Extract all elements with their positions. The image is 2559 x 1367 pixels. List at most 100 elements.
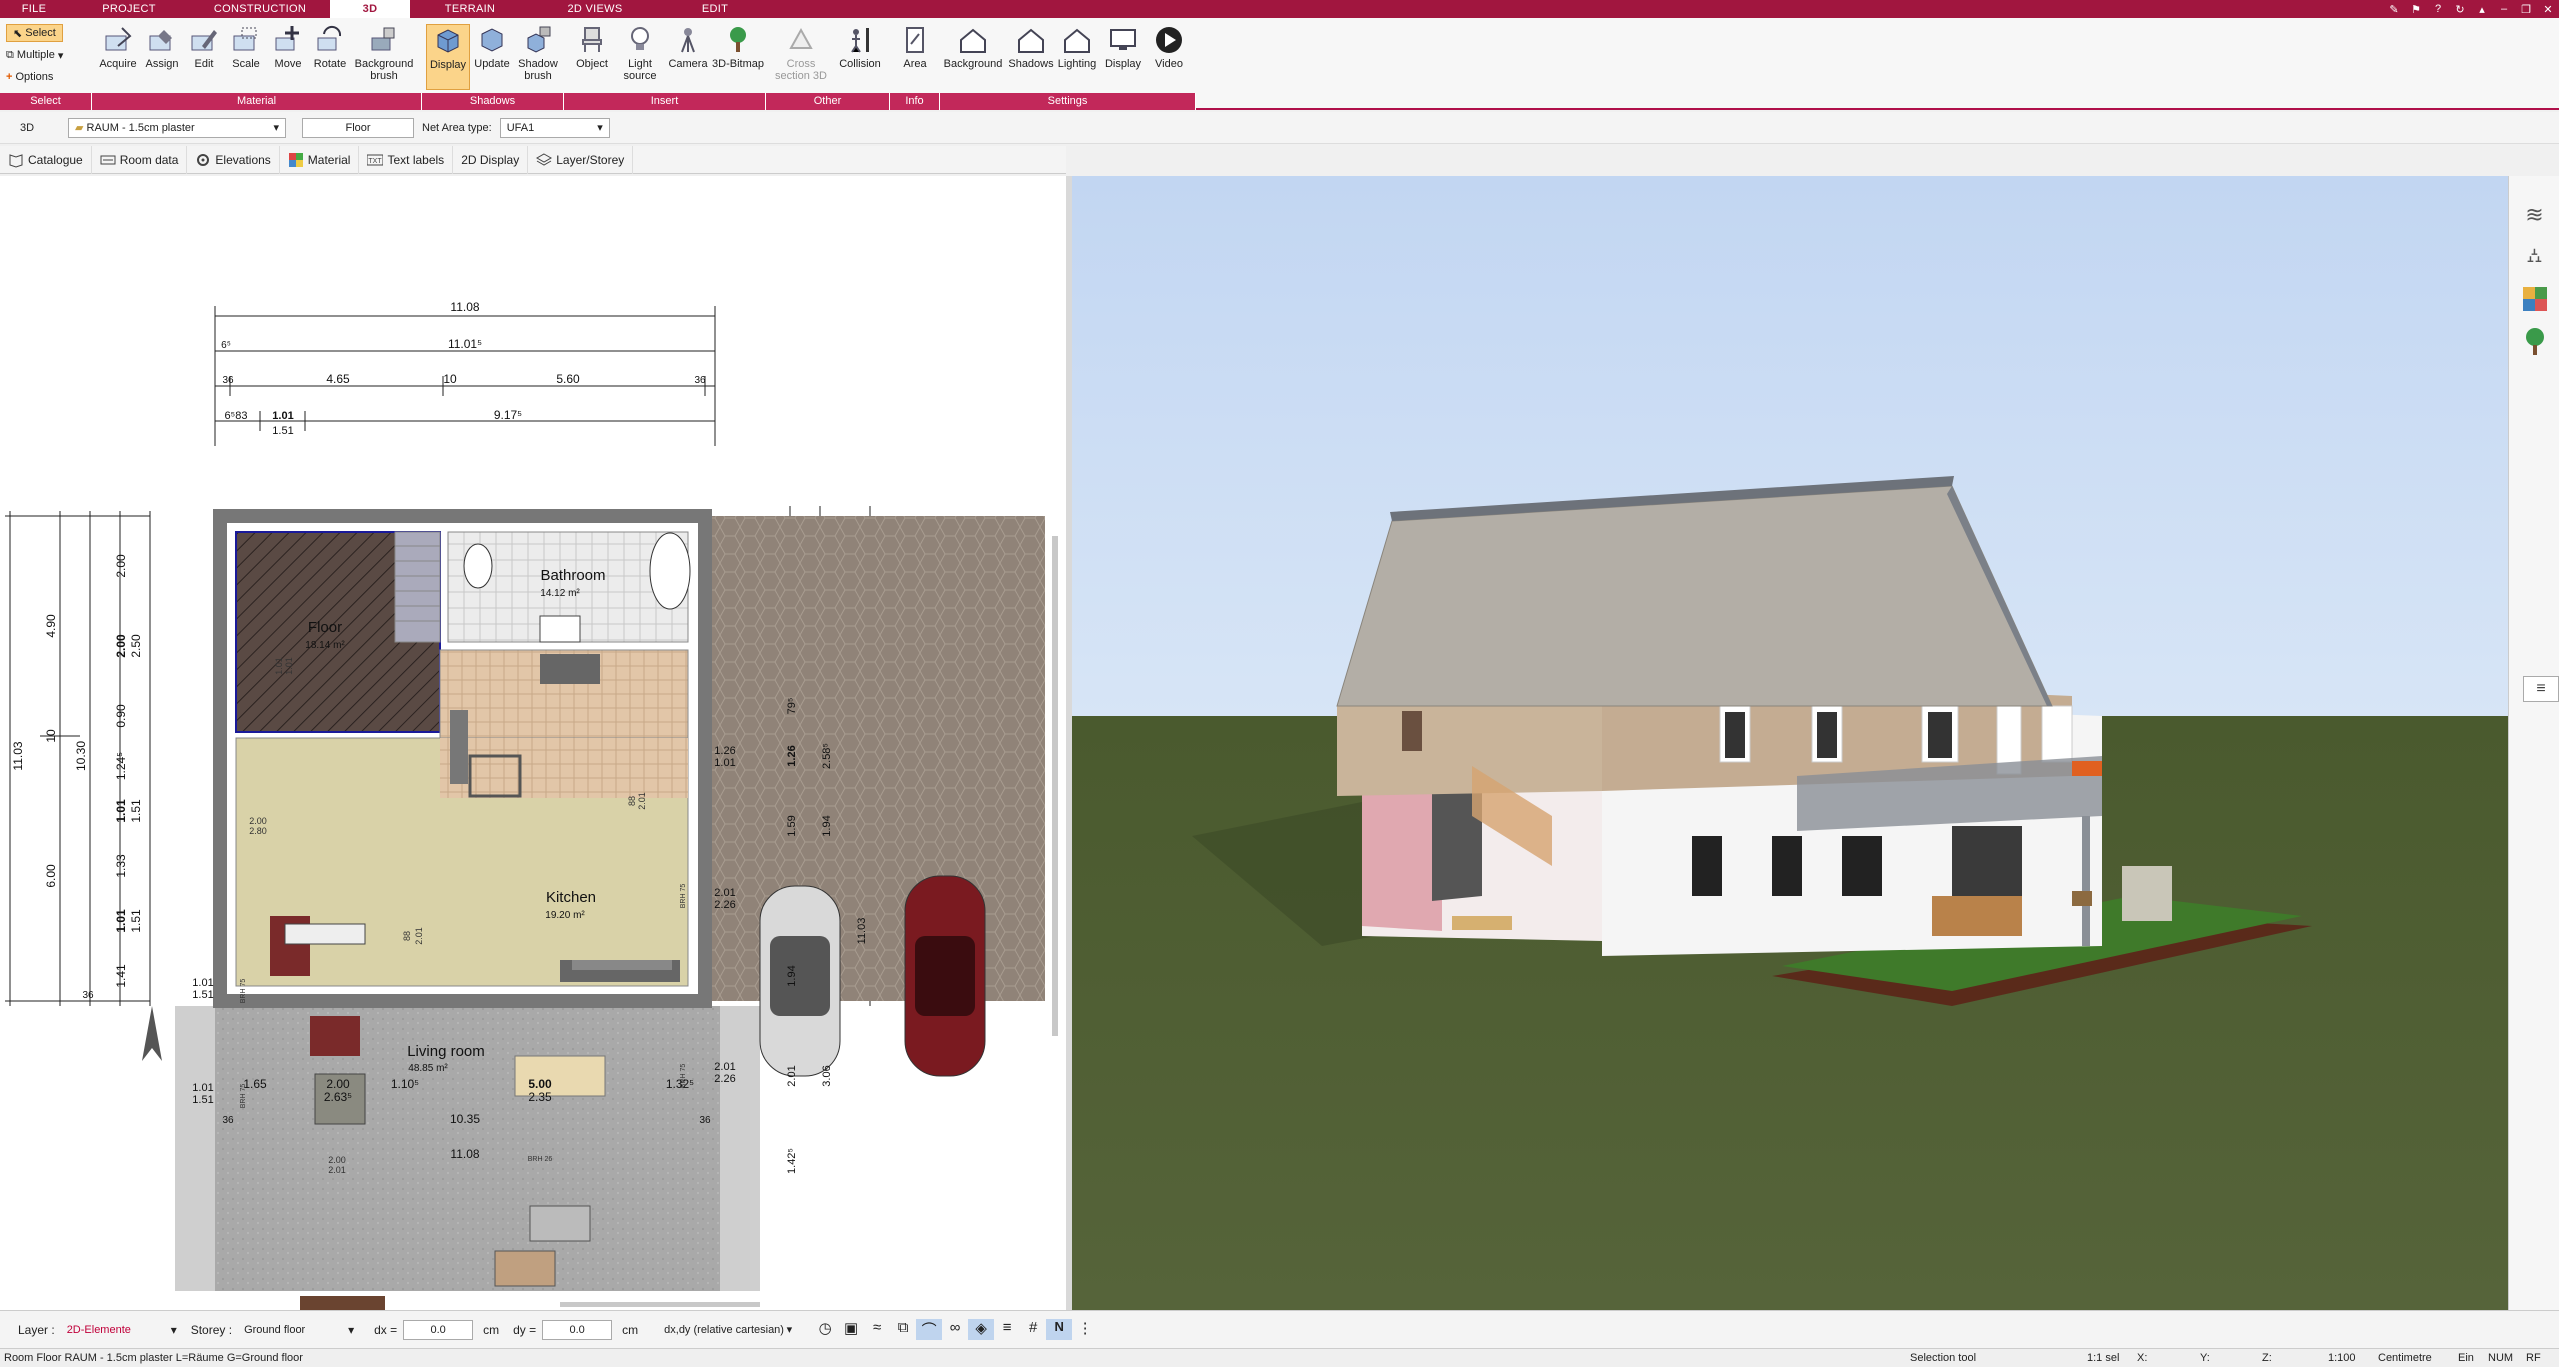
material-combo[interactable]: ▰ RAUM - 1.5cm plaster ▾	[68, 117, 286, 138]
door-dim-2: 88	[627, 796, 637, 806]
dy-input[interactable]: 0.0	[542, 1319, 613, 1340]
refresh-icon[interactable]: ↻	[2449, 0, 2471, 18]
door-dim-1: 2.01	[637, 792, 647, 810]
grid-icon[interactable]: #	[1020, 1319, 1046, 1340]
material-swatch-icon	[288, 152, 303, 167]
chevron-down-icon[interactable]: ▾	[348, 1323, 354, 1337]
wave-icon[interactable]: ≈	[864, 1319, 890, 1340]
tab-project[interactable]: PROJECT	[68, 0, 190, 18]
coord-mode-combo[interactable]: dx,dy (relative cartesian) ▾	[658, 1320, 798, 1340]
tab-text-labels[interactable]: TXT Text labels	[359, 145, 454, 174]
chair-icon[interactable]: ⛼	[2509, 236, 2559, 278]
link-icon[interactable]: ∞	[942, 1319, 968, 1340]
options-button[interactable]: + Options	[6, 68, 53, 86]
background-brush-button[interactable]: Background brush	[350, 24, 418, 90]
light-source-button[interactable]: Light source	[616, 24, 664, 90]
acquire-button[interactable]: Acquire	[94, 24, 142, 90]
lighting-button[interactable]: Lighting	[1054, 24, 1100, 90]
brh-label-1: BRH 75	[240, 979, 247, 1004]
layer-combo[interactable]: 2D-Elemente	[61, 1320, 171, 1340]
area-button[interactable]: Area	[892, 24, 938, 90]
dim-right-p: 79⁵	[786, 698, 798, 715]
cross-section-3d-button[interactable]: Cross section 3D	[772, 24, 830, 90]
rotate-button[interactable]: Rotate	[306, 24, 354, 90]
object-button[interactable]: Object	[568, 24, 616, 90]
net-area-combo[interactable]: UFA1 ▾	[499, 117, 610, 138]
background-button[interactable]: Background	[942, 24, 1004, 90]
plan-horizontal-scrollbar[interactable]	[560, 1302, 760, 1307]
status-bar: Layer : 2D-Elemente ▾ Storey : Ground fl…	[0, 1310, 2559, 1348]
dim-seg0: 36	[222, 375, 234, 386]
tab-material[interactable]: Material	[280, 145, 360, 174]
dim-left-o: 1.51	[129, 909, 143, 933]
tab-2d-views[interactable]: 2D VIEWS	[530, 0, 660, 18]
select-button[interactable]: ⬉ Select	[6, 24, 63, 42]
plan-vertical-scrollbar[interactable]	[1052, 536, 1058, 1036]
tab-elevations[interactable]: Elevations	[187, 145, 280, 174]
snap-layer-icon[interactable]: ◈	[968, 1319, 995, 1340]
floor-plan-view[interactable]: 11.08 11.01⁵ 6⁵ 4.65 10 5.60 36 36 6⁵83 …	[0, 176, 1066, 1310]
screen-icon[interactable]: ▣	[838, 1319, 864, 1340]
collision-button[interactable]: Collision	[832, 24, 888, 90]
dim-left-g: 2.00	[114, 634, 128, 658]
hamburger-menu-icon[interactable]: ≡	[2523, 676, 2559, 702]
pin-icon[interactable]: ⚑	[2405, 0, 2427, 18]
video-button[interactable]: Video	[1146, 24, 1192, 90]
layers-icon[interactable]: ≋	[2509, 194, 2559, 236]
chevron-down-icon[interactable]: ▾	[171, 1323, 177, 1337]
dim-left-t: 1.01	[192, 1082, 213, 1094]
background-brush-label: Background brush	[354, 58, 414, 82]
scale-button[interactable]: Scale	[222, 24, 270, 90]
tools-icon[interactable]: ✎	[2383, 0, 2405, 18]
cube-display-icon	[437, 29, 459, 53]
dy-value: 0.0	[569, 1323, 585, 1336]
settings-shadows-button[interactable]: Shadows	[1008, 24, 1054, 90]
settings-display-button[interactable]: Display	[1100, 24, 1146, 90]
kitchen-dim-1: 88	[402, 931, 412, 941]
tab-2d-display[interactable]: 2D Display	[453, 145, 529, 174]
material-palette-icon[interactable]	[2509, 278, 2559, 320]
edit-material-button[interactable]: Edit	[180, 24, 228, 90]
minimize-ribbon-icon[interactable]: ▴	[2471, 0, 2493, 18]
x-coordinate: X:	[2137, 1352, 2148, 1364]
help-icon[interactable]: ?	[2427, 0, 2449, 18]
kitchen-dim-2: 2.01	[414, 927, 424, 945]
tree-icon[interactable]	[2509, 320, 2559, 362]
camera-button[interactable]: Camera	[664, 24, 712, 90]
tab-file[interactable]: FILE	[0, 0, 68, 18]
shadows-display-button[interactable]: Display	[426, 24, 470, 90]
close-icon[interactable]: ✕	[2537, 0, 2559, 18]
dx-value: 0.0	[430, 1323, 446, 1336]
clock-icon[interactable]: ◷	[812, 1319, 838, 1340]
shadow-brush-button[interactable]: Shadow brush	[514, 24, 562, 90]
brh-label-3: BRH 26	[528, 1156, 553, 1163]
tab-room-data[interactable]: Room data	[92, 145, 188, 174]
dim-r3b: 1.01	[272, 410, 293, 422]
tab-terrain[interactable]: TERRAIN	[410, 0, 530, 18]
3d-bitmap-button[interactable]: 3D-Bitmap	[712, 24, 764, 90]
dim-total-width: 11.08	[450, 300, 479, 314]
tab-catalogue[interactable]: Catalogue	[0, 145, 92, 174]
shadows-update-button[interactable]: Update	[470, 24, 514, 90]
multiple-button[interactable]: ⧉ Multiple ▾	[6, 46, 63, 64]
dx-input[interactable]: 0.0	[403, 1319, 474, 1340]
more-options-icon[interactable]: ⋮	[1072, 1319, 1098, 1340]
restore-icon[interactable]: ❐	[2515, 0, 2537, 18]
dy-unit: cm	[622, 1322, 639, 1337]
tab-edit[interactable]: EDIT	[660, 0, 770, 18]
tab-layer-storey[interactable]: Layer/Storey	[528, 145, 634, 174]
snap-curve-icon[interactable]: ⌒	[916, 1319, 943, 1340]
north-snap-icon[interactable]: N	[1046, 1319, 1073, 1340]
stack-icon[interactable]: ⧉	[890, 1319, 916, 1340]
tab-construction[interactable]: CONSTRUCTION	[190, 0, 330, 18]
3d-view[interactable]	[1072, 176, 2508, 1310]
floor-field[interactable]: Floor	[302, 117, 414, 138]
minimize-icon[interactable]: –	[2493, 0, 2515, 18]
move-button[interactable]: Move	[264, 24, 312, 90]
lines-icon[interactable]: ≡	[994, 1319, 1020, 1340]
upper-window-3-glass	[1928, 712, 1952, 758]
assign-button[interactable]: Assign	[138, 24, 186, 90]
floor-value: Floor	[345, 121, 371, 134]
tab-3d[interactable]: 3D	[330, 0, 410, 18]
storey-combo[interactable]: Ground floor	[238, 1320, 348, 1340]
